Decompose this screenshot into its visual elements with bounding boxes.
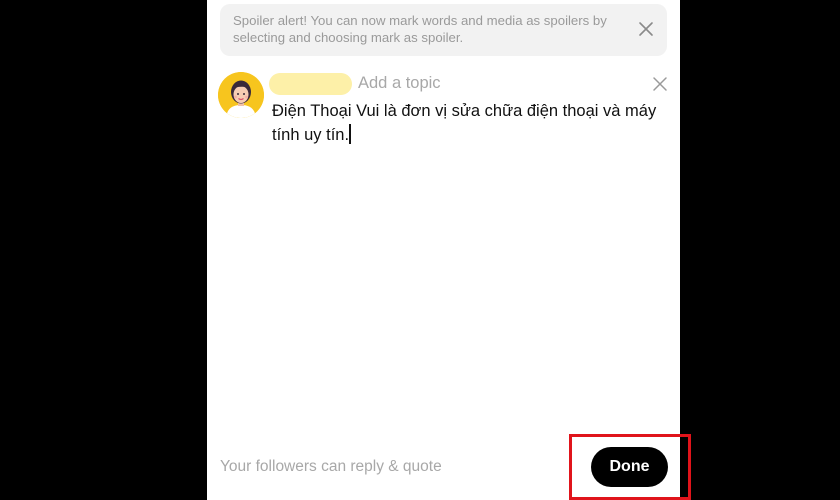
spoiler-banner: Spoiler alert! You can now mark words an… (220, 4, 667, 56)
text-cursor (349, 124, 352, 144)
thread-composer: Spoiler alert! You can now mark words an… (207, 0, 680, 500)
reply-permission-setting[interactable]: Your followers can reply & quote (220, 458, 442, 476)
close-icon[interactable] (652, 76, 668, 92)
spoiler-banner-text: Spoiler alert! You can now mark words an… (233, 13, 607, 45)
add-topic-field[interactable]: Add a topic (358, 74, 441, 93)
username-redacted (269, 73, 352, 95)
user-avatar[interactable] (218, 72, 264, 118)
close-icon[interactable] (637, 20, 655, 38)
highlight-annotation (569, 434, 691, 500)
post-text-content: Điện Thoại Vui là đơn vị sửa chữa điện t… (272, 102, 657, 144)
post-text-input[interactable]: Điện Thoại Vui là đơn vị sửa chữa điện t… (272, 99, 672, 147)
avatar-illustration-icon (218, 72, 264, 118)
